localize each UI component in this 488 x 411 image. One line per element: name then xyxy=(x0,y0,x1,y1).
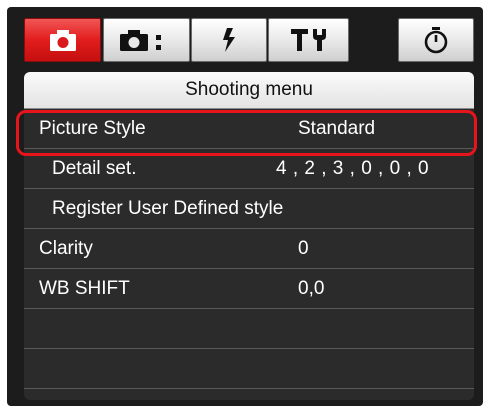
menu-row-clarity[interactable]: Clarity 0 xyxy=(24,229,474,269)
menu-row-wb-shift[interactable]: WB SHIFT 0,0 xyxy=(24,269,474,309)
menu-row-value: 0,0 xyxy=(298,278,325,299)
menu-row-register-user-defined-style[interactable]: Register User Defined style xyxy=(24,189,474,229)
shooting-menu-panel: Shooting menu Picture Style Standard Det… xyxy=(24,72,474,400)
timer-icon xyxy=(424,27,448,54)
menu-row-label: WB SHIFT xyxy=(39,278,130,299)
tools-icon xyxy=(290,29,326,51)
menu-row-label: Register User Defined style xyxy=(52,198,284,219)
tab-shooting[interactable] xyxy=(24,18,101,62)
menu-row-label: Clarity xyxy=(39,238,93,259)
menu-row-value: 4 , 2 , 3 , 0 , 0 , 0 xyxy=(276,158,430,179)
tab-timer[interactable] xyxy=(398,18,474,62)
tab-flash[interactable] xyxy=(191,18,267,62)
menu-row-detail-set[interactable]: Detail set. 4 , 2 , 3 , 0 , 0 , 0 xyxy=(24,149,474,189)
menu-row-empty xyxy=(24,309,474,349)
menu-row-empty xyxy=(24,349,474,389)
flash-icon xyxy=(223,28,235,52)
menu-row-value: 0 xyxy=(298,238,309,259)
menu-title: Shooting menu xyxy=(24,72,474,109)
tab-shooting-2[interactable] xyxy=(103,18,190,62)
menu-row-label: Detail set. xyxy=(52,158,137,179)
menu-row-label: Picture Style xyxy=(39,118,146,139)
camera-icon xyxy=(49,30,76,51)
menu-row-value: Standard xyxy=(298,118,376,139)
tab-tools[interactable] xyxy=(268,18,349,62)
camera-sub-icon xyxy=(119,30,161,51)
menu-row-picture-style[interactable]: Picture Style Standard xyxy=(24,109,474,149)
